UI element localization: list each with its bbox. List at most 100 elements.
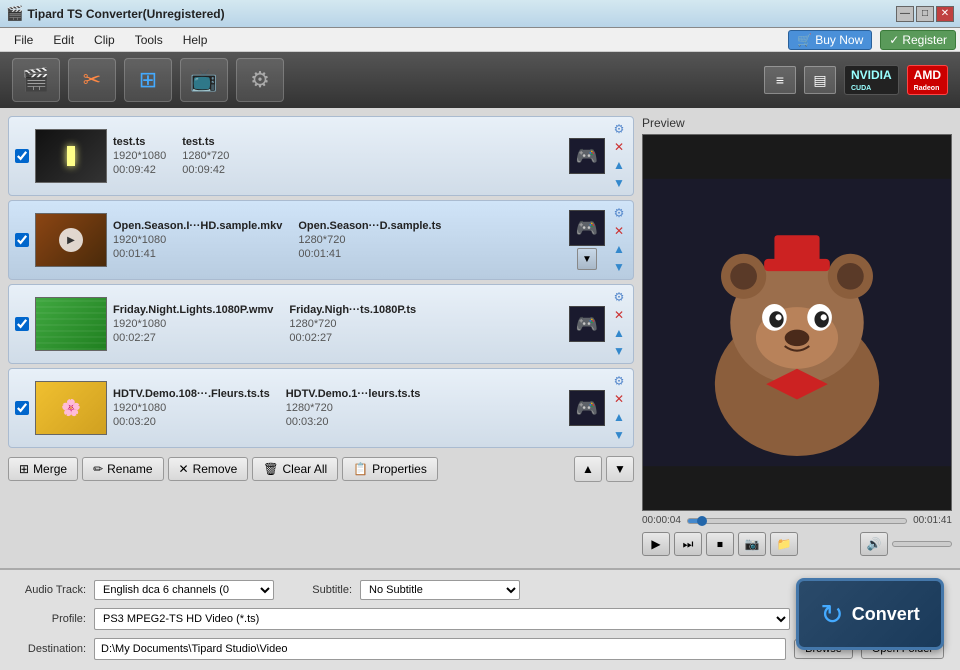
register-button[interactable]: ✓ Register [880,30,956,50]
audio-track-label: Audio Track: [16,584,86,596]
move-down-button[interactable]: ▼ [606,456,634,482]
device-dropdown[interactable]: ▼ [577,248,597,270]
volume-slider[interactable] [892,541,952,547]
file-item: test.ts 1920*1080 00:09:42 test.ts 1280*… [8,116,634,196]
menu-file[interactable]: File [4,31,43,49]
file-checkbox[interactable] [15,401,29,415]
menu-tools[interactable]: Tools [125,31,173,49]
file-resolution: 1920*1080 [113,234,282,246]
volume-icon[interactable]: 🔊 [860,532,888,556]
destination-input[interactable] [94,638,786,660]
file-settings-button[interactable]: ⚙ [611,205,627,221]
properties-button[interactable]: 📋 Properties [342,457,438,481]
next-frame-button[interactable]: ⏭ [674,532,702,556]
file-move-up-button[interactable]: ▲ [611,157,627,173]
file-actions: ⚙ ✕ ▲ ▼ [611,373,627,443]
convert-label: Convert [852,604,920,625]
file-move-up-button[interactable]: ▲ [611,241,627,257]
profile-select[interactable]: PS3 MPEG2-TS HD Video (*.ts) [94,608,790,630]
file-remove-button[interactable]: ✕ [611,307,627,323]
file-out-duration: 00:09:42 [182,164,229,176]
menu-bar: File Edit Clip Tools Help 🛒 Buy Now ✓ Re… [0,28,960,52]
amd-badge: AMD Radeon [907,65,948,95]
file-checkbox[interactable] [15,317,29,331]
preview-label: Preview [642,116,952,130]
file-list-area: test.ts 1920*1080 00:09:42 test.ts 1280*… [8,116,634,560]
clear-icon: 🗑 [263,462,278,476]
list-view-button[interactable]: ≡ [764,66,796,94]
file-actions: ⚙ ✕ ▲ ▼ [611,205,627,275]
window-controls: — □ ✕ [896,6,954,22]
close-button[interactable]: ✕ [936,6,954,22]
file-out-name: Friday.Nigh···ts.1080P.ts [289,304,416,316]
remove-button[interactable]: ✕ Remove [168,457,249,481]
file-duration: 00:01:41 [113,248,282,260]
file-settings-button[interactable]: ⚙ [611,289,627,305]
subtitle-select[interactable]: No Subtitle [360,580,520,600]
file-move-down-button[interactable]: ▼ [611,343,627,359]
file-move-down-button[interactable]: ▼ [611,175,627,191]
file-name: HDTV.Demo.108···.Fleurs.ts.ts [113,388,270,400]
merge-files-button[interactable]: ⊞ Merge [8,457,78,481]
file-resolution: 1920*1080 [113,318,273,330]
timeline-handle[interactable] [697,516,707,526]
edit-clip-button[interactable]: ✂ [68,58,116,102]
timeline-scrubber[interactable] [687,518,907,524]
output-button[interactable]: 📺 [180,58,228,102]
file-remove-button[interactable]: ✕ [611,223,627,239]
window-title: Tipard TS Converter(Unregistered) [27,7,896,21]
file-out-duration: 00:01:41 [298,248,441,260]
file-settings-button[interactable]: ⚙ [611,121,627,137]
file-out-name: test.ts [182,136,229,148]
file-duration: 00:03:20 [113,416,270,428]
file-settings-button[interactable]: ⚙ [611,373,627,389]
file-move-down-button[interactable]: ▼ [611,259,627,275]
remove-icon: ✕ [179,462,189,476]
preview-timeline: 00:00:04 00:01:41 [642,515,952,526]
file-remove-button[interactable]: ✕ [611,139,627,155]
preview-screen [642,134,952,511]
file-checkbox[interactable] [15,233,29,247]
file-move-down-button[interactable]: ▼ [611,427,627,443]
file-name: Friday.Night.Lights.1080P.wmv [113,304,273,316]
rename-icon: ✏ [93,462,103,476]
play-button[interactable]: ▶ [642,532,670,556]
check-icon: ✓ [889,33,899,47]
settings-button[interactable]: ⚙ [236,58,284,102]
file-move-up-button[interactable]: ▲ [611,325,627,341]
file-checkbox[interactable] [15,149,29,163]
file-out-name: HDTV.Demo.1···leurs.ts.ts [286,388,421,400]
clear-all-button[interactable]: 🗑 Clear All [252,457,338,481]
file-info: Friday.Night.Lights.1080P.wmv 1920*1080 … [113,304,563,344]
camera-button[interactable]: 📷 [738,532,766,556]
menu-clip[interactable]: Clip [84,31,125,49]
add-video-button[interactable]: 🎬 [12,58,60,102]
merge-button[interactable]: ⊞ [124,58,172,102]
file-actions: ⚙ ✕ ▲ ▼ [611,121,627,191]
file-resolution: 1920*1080 [113,150,166,162]
audio-track-select[interactable]: English dca 6 channels (0 [94,580,274,600]
file-out-name: Open.Season···D.sample.ts [298,220,441,232]
current-time: 00:00:04 [642,515,681,526]
maximize-button[interactable]: □ [916,6,934,22]
file-thumbnail: 🌸 [35,381,107,435]
convert-button[interactable]: ↻ Convert [796,578,944,650]
buy-now-button[interactable]: 🛒 Buy Now [788,30,872,50]
folder-button[interactable]: 📁 [770,532,798,556]
rename-button[interactable]: ✏ Rename [82,457,163,481]
grid-view-button[interactable]: ▤ [804,66,836,94]
merge-icon: ⊞ [19,462,29,476]
file-out-resolution: 1280*720 [298,234,441,246]
file-remove-button[interactable]: ✕ [611,391,627,407]
menu-edit[interactable]: Edit [43,31,84,49]
file-move-up-button[interactable]: ▲ [611,409,627,425]
volume-area: 🔊 [860,532,952,556]
properties-icon: 📋 [353,462,368,476]
menu-help[interactable]: Help [173,31,218,49]
order-controls: ▲ ▼ [574,456,634,482]
file-thumbnail: ▶ [35,213,107,267]
minimize-button[interactable]: — [896,6,914,22]
stop-button[interactable]: ⏹ [706,532,734,556]
move-up-button[interactable]: ▲ [574,456,602,482]
device-select-area: 🎮 ▼ [569,210,605,270]
